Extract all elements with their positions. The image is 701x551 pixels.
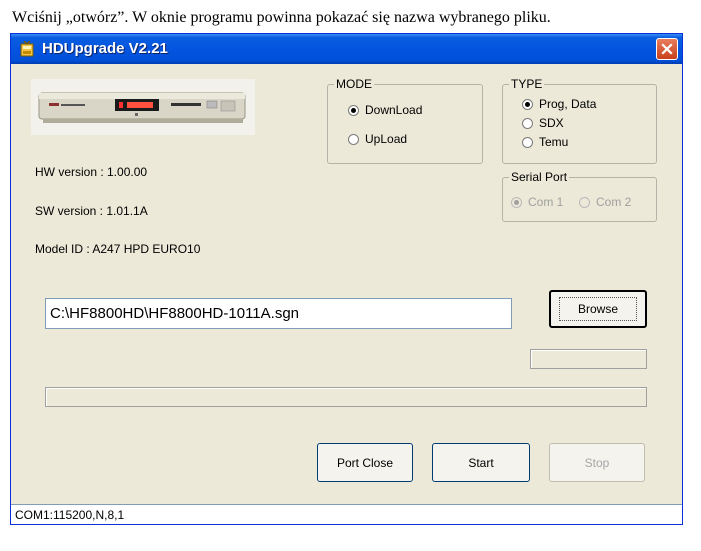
window-title: HDUpgrade V2.21 (42, 40, 168, 57)
file-path-input[interactable]: C:\HF8800HD\HF8800HD-1011A.sgn (45, 298, 512, 329)
main-progress-bar (45, 387, 647, 407)
stop-button[interactable]: Stop (549, 443, 645, 482)
mode-upload-radio[interactable]: UpLoad (348, 132, 407, 146)
radio-unchecked-icon (522, 136, 533, 148)
radio-checked-icon (522, 98, 533, 110)
radio-checked-icon (511, 196, 522, 208)
serial-com1-radio[interactable]: Com 1 (511, 195, 563, 209)
browse-button[interactable]: Browse (549, 290, 647, 328)
model-id-label: Model ID : A247 HPD EURO10 (35, 242, 201, 256)
radio-unchecked-icon (348, 133, 359, 145)
type-temu-radio[interactable]: Temu (522, 135, 568, 149)
type-sdx-radio[interactable]: SDX (522, 116, 564, 130)
close-button[interactable] (656, 38, 678, 60)
mode-legend: MODE (336, 77, 372, 91)
serial-com2-radio[interactable]: Com 2 (579, 195, 631, 209)
mode-upload-label: UpLoad (365, 132, 408, 146)
serial-port-legend: Serial Port (511, 170, 568, 184)
start-button[interactable]: Start (432, 443, 530, 482)
mode-download-label: DownLoad (365, 103, 423, 117)
app-window: HDUpgrade V2.21 HW version : 1.00.00 SW … (10, 33, 683, 525)
title-bar[interactable]: HDUpgrade V2.21 (11, 34, 682, 64)
radio-unchecked-icon (579, 196, 590, 208)
browse-button-label: Browse (558, 297, 637, 321)
type-prog-data-radio[interactable]: Prog, Data (522, 97, 596, 111)
mode-download-radio[interactable]: DownLoad (348, 103, 422, 117)
serial-com2-label: Com 2 (596, 195, 632, 209)
radio-unchecked-icon (522, 117, 533, 129)
sw-version-label: SW version : 1.01.1A (35, 204, 148, 218)
type-sdx-label: SDX (539, 116, 564, 130)
serial-com1-label: Com 1 (528, 195, 564, 209)
hw-version-label: HW version : 1.00.00 (35, 165, 148, 179)
type-legend: TYPE (511, 77, 543, 91)
type-prog-data-label: Prog, Data (539, 97, 597, 111)
instruction-caption: Wciśnij „otwórz”. W oknie programu powin… (12, 9, 551, 26)
close-icon (661, 43, 673, 55)
stop-button-label: Stop (584, 455, 610, 470)
app-icon (20, 41, 34, 57)
receiver-device-icon (31, 79, 255, 135)
small-progress-bar (530, 349, 647, 369)
port-close-button-label: Port Close (336, 455, 394, 470)
start-button-label: Start (468, 455, 494, 470)
radio-checked-icon (348, 104, 359, 116)
port-close-button[interactable]: Port Close (317, 443, 413, 482)
type-temu-label: Temu (539, 135, 569, 149)
mode-group: MODE (327, 77, 483, 164)
status-bar: COM1:115200,N,8,1 (11, 504, 682, 524)
